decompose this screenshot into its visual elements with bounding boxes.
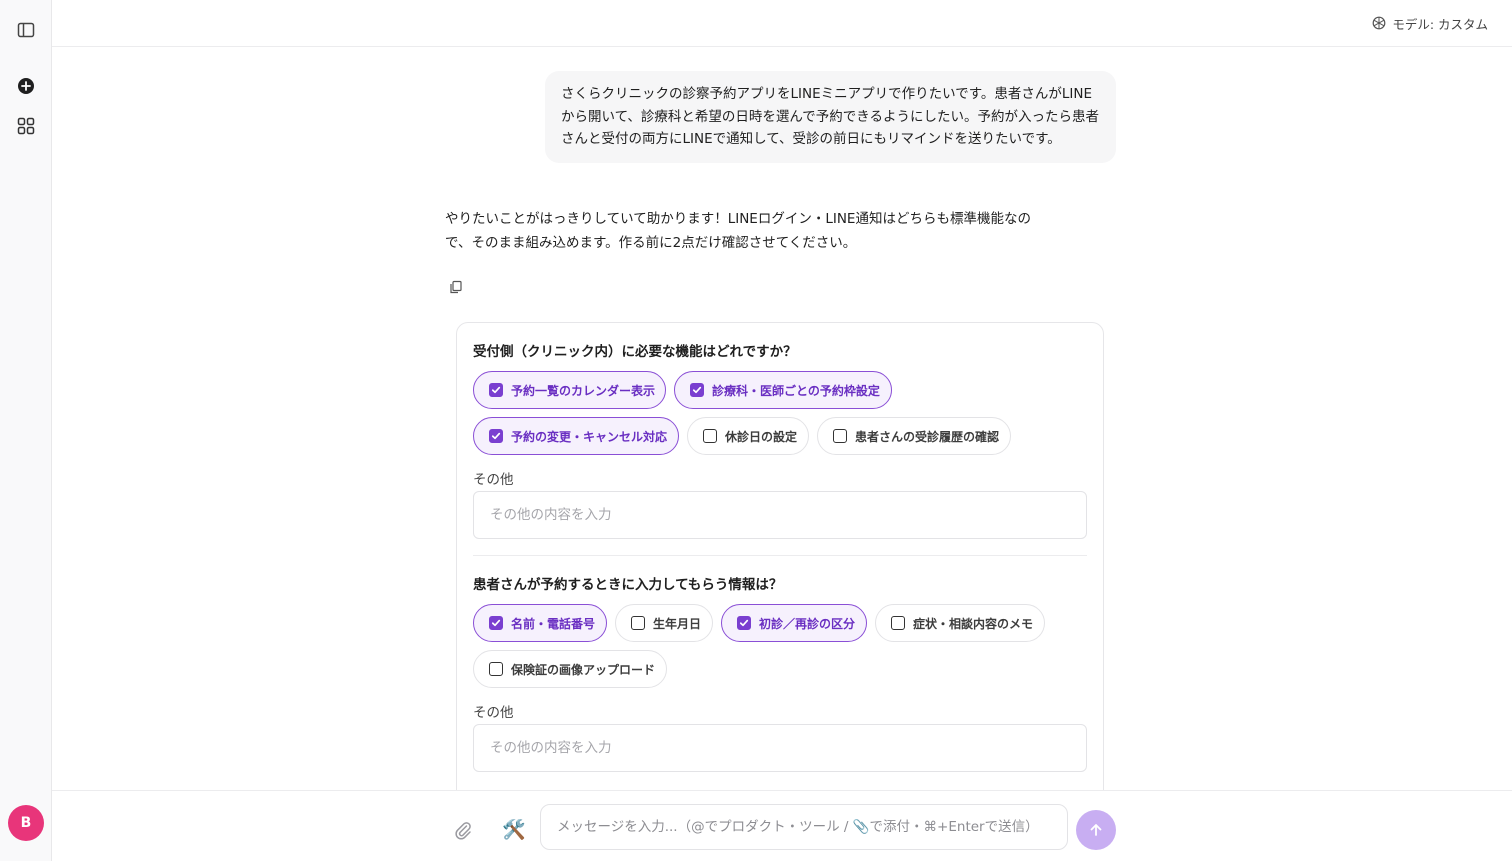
assistant-message: やりたいことがはっきりしていて助かります！LINEログイン・LINE通知はどちら… [445,211,1031,251]
option-label: 症状・相談内容のメモ [913,616,1034,631]
option-label: 保険証の画像アップロード [511,662,656,677]
q2-other-input[interactable] [473,724,1087,772]
new-chat-button[interactable] [14,74,38,98]
copy-button[interactable] [447,278,465,296]
option-label: 初診／再診の区分 [759,616,856,631]
checkbox-icon [489,616,503,630]
header: モデル: カスタム [52,0,1512,47]
model-selector[interactable]: モデル: カスタム [1372,12,1488,34]
option-label: 生年月日 [653,616,702,631]
question-2-title: 患者さんが予約するときに入力してもらう情報は？ [473,577,783,593]
q1-option-5[interactable]: 患者さんの受診履歴の確認 [817,417,1011,455]
model-label: モデル: カスタム [1392,16,1488,32]
option-label: 予約の変更・キャンセル対応 [511,429,668,444]
attach-button[interactable] [449,816,477,844]
option-label: 休診日の設定 [725,429,798,444]
checkbox-icon [489,662,503,676]
q1-other-input[interactable] [473,491,1087,539]
option-label: 患者さんの受診履歴の確認 [855,429,1000,444]
q2-option-2[interactable]: 生年月日 [615,604,713,642]
user-message-bubble: さくらクリニックの診察予約アプリをLINEミニアプリで作りたいです。患者さんがL… [545,71,1116,164]
q2-other-label: その他 [473,705,514,721]
q1-option-2[interactable]: 診療科・医師ごとの予約枠設定 [674,371,892,409]
option-label: 予約一覧のカレンダー表示 [511,383,656,398]
send-button[interactable] [1076,810,1116,850]
question-card: 受付側（クリニック内）に必要な機能はどれですか？ 予約一覧のカレンダー表示 診療… [456,322,1104,842]
checkbox-icon [690,383,704,397]
model-icon [1372,16,1386,30]
q1-option-3[interactable]: 予約の変更・キャンセル対応 [473,417,679,455]
sidebar-panel-icon [17,22,35,38]
option-label: 名前・電話番号 [511,616,596,631]
q1-option-1[interactable]: 予約一覧のカレンダー表示 [473,371,666,409]
q2-option-3[interactable]: 初診／再診の区分 [721,604,867,642]
q2-option-1[interactable]: 名前・電話番号 [473,604,607,642]
q2-option-4[interactable]: 症状・相談内容のメモ [875,604,1045,642]
sidebar: B [0,0,52,861]
tools-button[interactable]: 🛠️ [500,815,528,843]
user-avatar[interactable]: B [8,805,44,841]
q1-other-label: その他 [473,472,514,488]
checkbox-icon [489,383,503,397]
copy-icon [450,280,462,294]
question-1-title: 受付側（クリニック内）に必要な機能はどれですか？ [473,344,797,360]
divider [473,555,1087,556]
paperclip-icon [455,822,471,840]
checkbox-icon [891,616,905,630]
checkbox-icon [703,429,717,443]
composer-bar: 🛠️ [52,790,1512,861]
checkbox-icon [833,429,847,443]
checkbox-icon [737,616,751,630]
tools-icon: 🛠️ [502,818,526,841]
option-label: 診療科・医師ごとの予約枠設定 [712,383,880,398]
arrow-up-icon [1090,824,1102,836]
q1-option-4[interactable]: 休診日の設定 [687,417,809,455]
message-input[interactable] [540,804,1068,850]
apps-button[interactable] [14,114,38,138]
toggle-sidebar-button[interactable] [14,18,38,42]
checkbox-icon [631,616,645,630]
checkbox-icon [489,429,503,443]
plus-circle-icon [18,78,34,94]
grid-icon [17,117,35,135]
q2-option-5[interactable]: 保険証の画像アップロード [473,650,667,688]
